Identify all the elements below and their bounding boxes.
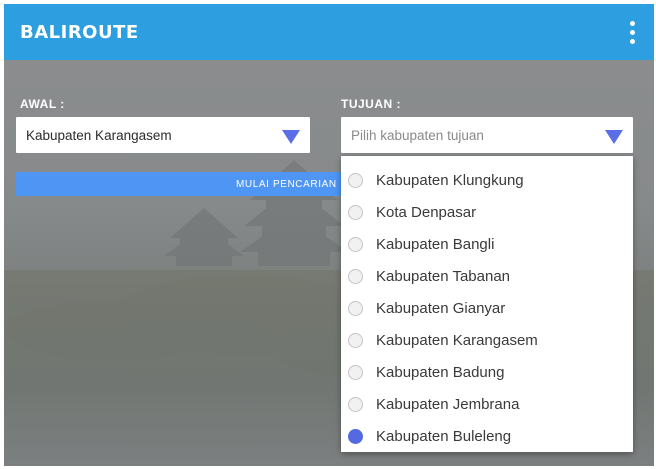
dropdown-option-label: Kabupaten Badung	[376, 364, 505, 381]
radio-icon	[348, 365, 363, 380]
radio-icon	[348, 301, 363, 316]
app-bar: BALIROUTE	[4, 4, 654, 60]
dropdown-option-label: Kabupaten Karangasem	[376, 332, 538, 349]
search-button-label: MULAI PENCARIAN	[236, 179, 337, 190]
triangle-down-icon	[605, 130, 623, 144]
dropdown-option[interactable]: Kabupaten Karangasem	[341, 324, 633, 356]
tujuan-select[interactable]: Pilih kabupaten tujuan	[341, 117, 633, 153]
radio-checked-icon	[348, 429, 363, 444]
app-screen: BALIROUTE AWAL: Kabupaten Karangasem TU…	[4, 4, 654, 466]
dropdown-option[interactable]: Kabupaten Badung	[341, 356, 633, 388]
dropdown-option-label: Kota Denpasar	[376, 204, 477, 221]
radio-icon	[348, 397, 363, 412]
dropdown-option-label: Kabupaten Tabanan	[376, 268, 511, 285]
dropdown-option[interactable]: Kabupaten Tabanan	[341, 260, 633, 292]
more-vert-icon[interactable]	[620, 14, 644, 50]
dropdown-option-label: Kabupaten Jembrana	[376, 396, 520, 413]
dropdown-option[interactable]: Kabupaten Klungkung	[341, 164, 633, 196]
dropdown-option[interactable]: Kabupaten Jembrana	[341, 388, 633, 420]
dropdown-option-selected[interactable]: Kabupaten Buleleng	[341, 420, 633, 452]
dropdown-option-label: Kabupaten Bangli	[376, 236, 495, 253]
tujuan-select-placeholder: Pilih kabupaten tujuan	[351, 128, 484, 143]
tujuan-label: TUJUAN :	[341, 97, 401, 111]
awal-select[interactable]: Kabupaten Karangasem	[16, 117, 310, 153]
dropdown-option[interactable]: Kabupaten Gianyar	[341, 292, 633, 324]
radio-icon	[348, 237, 363, 252]
search-button[interactable]: MULAI PENCARIAN	[16, 172, 342, 196]
dropdown-option-label: Kabupaten Klungkung	[376, 172, 524, 189]
radio-icon	[348, 173, 363, 188]
awal-label: AWAL :	[20, 97, 65, 111]
radio-icon	[348, 269, 363, 284]
awal-select-value: Kabupaten Karangasem	[26, 128, 172, 143]
radio-icon	[348, 205, 363, 220]
app-title: BALIROUTE	[20, 22, 139, 43]
dropdown-option-label: Kabupaten Gianyar	[376, 300, 506, 317]
tujuan-dropdown-list: Kabupaten Klungkung Kota Denpasar Kabupa…	[341, 156, 633, 452]
dropdown-option-label: Kabupaten Buleleng	[376, 428, 512, 445]
dropdown-option[interactable]: Kabupaten Bangli	[341, 228, 633, 260]
dropdown-option[interactable]: Kota Denpasar	[341, 196, 633, 228]
radio-icon	[348, 333, 363, 348]
triangle-down-icon	[282, 130, 300, 144]
